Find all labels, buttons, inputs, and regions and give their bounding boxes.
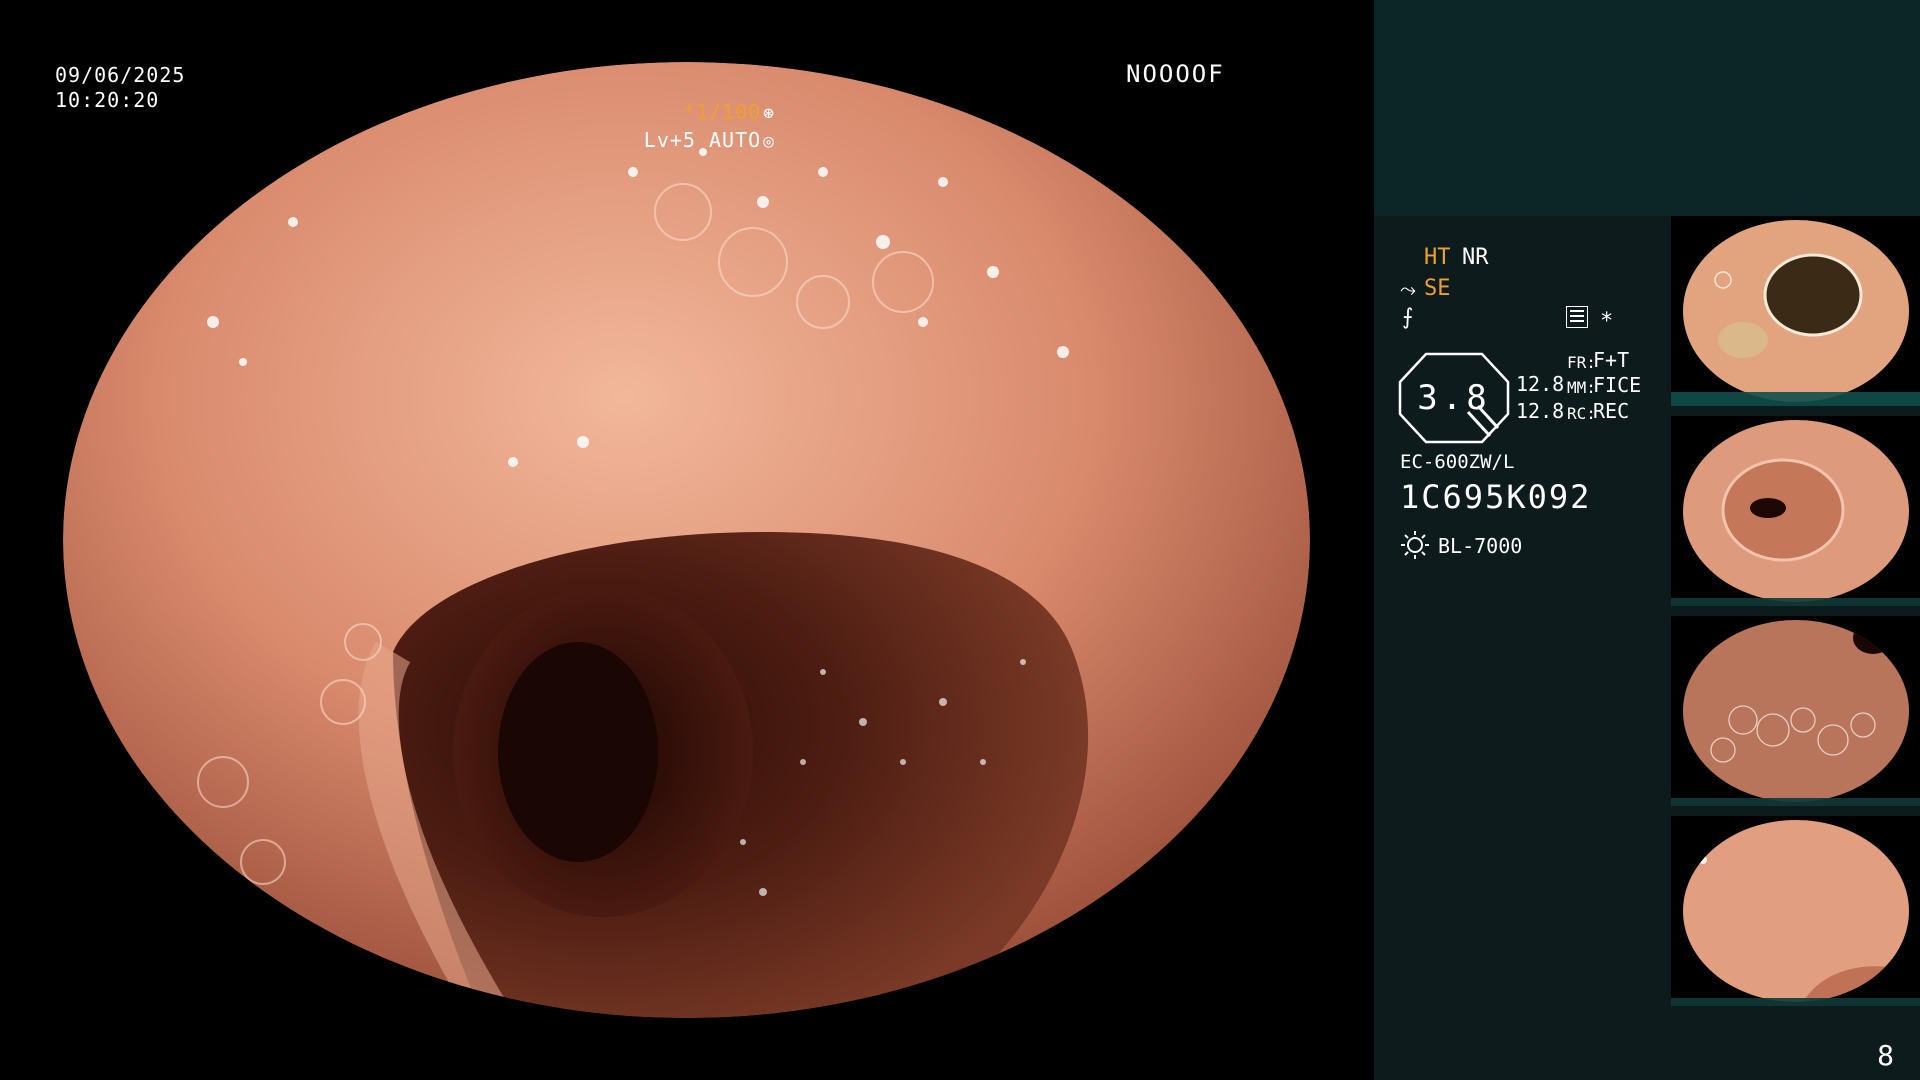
thumbnail-bar [1671,998,1920,1006]
thumbnail-4[interactable] [1671,816,1920,1006]
mm-value: FICE [1593,373,1642,397]
time-text: 10:20:20 [55,88,160,112]
level-readout: Lv+5 AUTO ◎ [644,128,775,154]
zoom-value: 3.8 [1417,378,1491,418]
structure-enhance-icon: ⤳ [1400,277,1416,301]
date-text: 09/06/2025 [55,63,186,87]
shutter-text: *1/100 [682,100,762,124]
thumbnail-image [1683,220,1909,402]
thumbnail-2[interactable] [1671,416,1920,606]
endoscope-image [63,62,1310,1018]
scope-id: NOOOOF [1126,60,1225,88]
shutter-readout: *1/100 ⊛ [683,100,775,126]
value-2: 12.8 [1516,399,1565,423]
thumbnail-bar [1671,798,1920,806]
light-source: BL-7000 [1438,534,1523,558]
thumbnail-image [1683,620,1909,802]
scope-model: EC-600ZW/L [1400,451,1515,473]
value-1: 12.8 [1516,372,1565,396]
scope-serial: 1C695K092 [1400,478,1592,516]
light-source-icon [1401,531,1429,559]
level-text: Lv+5 AUTO [643,128,762,152]
fr-value: F+T [1593,348,1630,372]
thumbnail-image [1683,420,1909,602]
star-indicator: * [1600,309,1614,334]
rc-value: REC [1593,399,1630,423]
info-panel: HT NR ⤳ SE ⨍ * 3.8 12.8 12.8 FR: F+T MM:… [1374,0,1920,1080]
filter-icon: ⨍ [1402,305,1414,330]
thumbnail-3[interactable] [1671,616,1920,806]
aperture-icon: ⊛ [763,103,775,124]
iris-icon: ◎ [763,131,775,152]
fr-label: FR: [1567,353,1596,372]
thumbnail-bar [1671,392,1920,406]
page-number: 8 [1877,1039,1894,1072]
ht-indicator: HT [1424,245,1451,270]
thumbnail-image [1683,820,1909,1002]
thumbnail-bar [1671,598,1920,606]
rc-label: RC: [1567,404,1596,423]
datetime: 09/06/2025 10:20:20 [55,63,185,113]
nr-indicator: NR [1462,245,1489,270]
thumbnail-1[interactable] [1671,216,1920,406]
mm-label: MM: [1567,378,1596,397]
settings-list-icon [1566,306,1588,328]
panel-header-area [1374,0,1920,216]
se-indicator: SE [1424,276,1451,301]
endoscope-view: 09/06/2025 10:20:20 NOOOOF *1/100 ⊛ Lv+5 … [0,0,1375,1080]
